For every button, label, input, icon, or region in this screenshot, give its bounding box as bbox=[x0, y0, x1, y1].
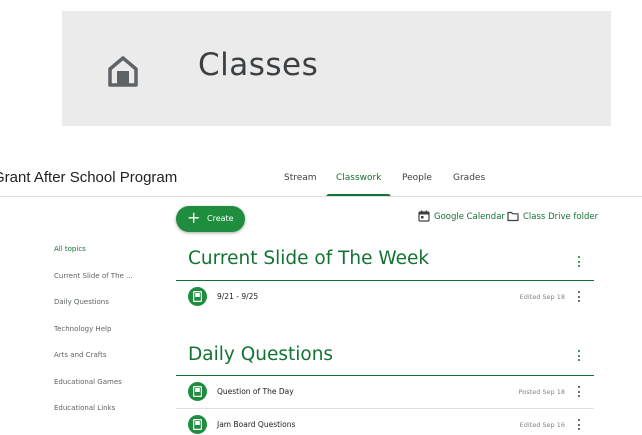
topic-more-icon[interactable] bbox=[574, 255, 584, 269]
sidebar-item-technology-help[interactable]: Technology Help bbox=[54, 325, 111, 333]
item-more-icon[interactable] bbox=[574, 385, 584, 399]
sidebar-item-arts-and-crafts[interactable]: Arts and Crafts bbox=[54, 351, 106, 359]
plus-icon: + bbox=[187, 208, 201, 227]
topic-title: Current Slide of The Week bbox=[188, 248, 430, 269]
sidebar-item-educational-games[interactable]: Educational Games bbox=[54, 378, 122, 386]
tab-grades[interactable]: Grades bbox=[453, 160, 485, 196]
item-meta: Edited Sep 18 bbox=[519, 293, 565, 301]
class-drive-folder-link[interactable]: Class Drive folder bbox=[523, 212, 598, 222]
calendar-icon[interactable] bbox=[418, 210, 430, 222]
item-more-icon[interactable] bbox=[574, 418, 584, 432]
item-meta: Posted Sep 18 bbox=[518, 388, 565, 396]
topic-title: Daily Questions bbox=[188, 344, 334, 365]
sidebar-item-educational-links[interactable]: Educational Links bbox=[54, 404, 115, 412]
topic-more-icon[interactable] bbox=[574, 349, 584, 363]
create-button-label: Create bbox=[207, 214, 234, 223]
sidebar-item-all-topics[interactable]: All topics bbox=[54, 245, 86, 253]
sidebar-item-daily-questions[interactable]: Daily Questions bbox=[54, 298, 109, 306]
assignment-icon bbox=[188, 287, 207, 306]
tab-classwork[interactable]: Classwork bbox=[325, 160, 393, 197]
header-divider bbox=[0, 196, 642, 197]
classwork-item-title[interactable]: Question of The Day bbox=[217, 387, 294, 396]
tab-people[interactable]: People bbox=[402, 160, 432, 196]
item-meta: Edited Sep 16 bbox=[519, 421, 565, 429]
assignment-icon bbox=[188, 415, 207, 434]
topic-divider bbox=[176, 280, 594, 281]
item-more-icon[interactable] bbox=[574, 290, 584, 304]
sidebar-item-current-slide[interactable]: Current Slide of The ... bbox=[54, 272, 133, 280]
row-divider bbox=[176, 408, 594, 409]
classwork-item-title[interactable]: Jam Board Questions bbox=[217, 420, 295, 429]
create-button[interactable]: + Create bbox=[176, 206, 245, 232]
zoomed-classes-banner: Classes bbox=[62, 11, 611, 126]
classes-label[interactable]: Classes bbox=[198, 47, 318, 83]
google-calendar-link[interactable]: Google Calendar bbox=[434, 212, 505, 222]
folder-icon[interactable] bbox=[507, 210, 519, 222]
class-name-title: Grant After School Program bbox=[0, 169, 178, 186]
tab-stream[interactable]: Stream bbox=[284, 160, 317, 196]
home-icon[interactable] bbox=[104, 52, 142, 90]
assignment-icon bbox=[188, 382, 207, 401]
topic-divider bbox=[176, 375, 594, 376]
classwork-item-title[interactable]: 9/21 - 9/25 bbox=[217, 292, 258, 301]
